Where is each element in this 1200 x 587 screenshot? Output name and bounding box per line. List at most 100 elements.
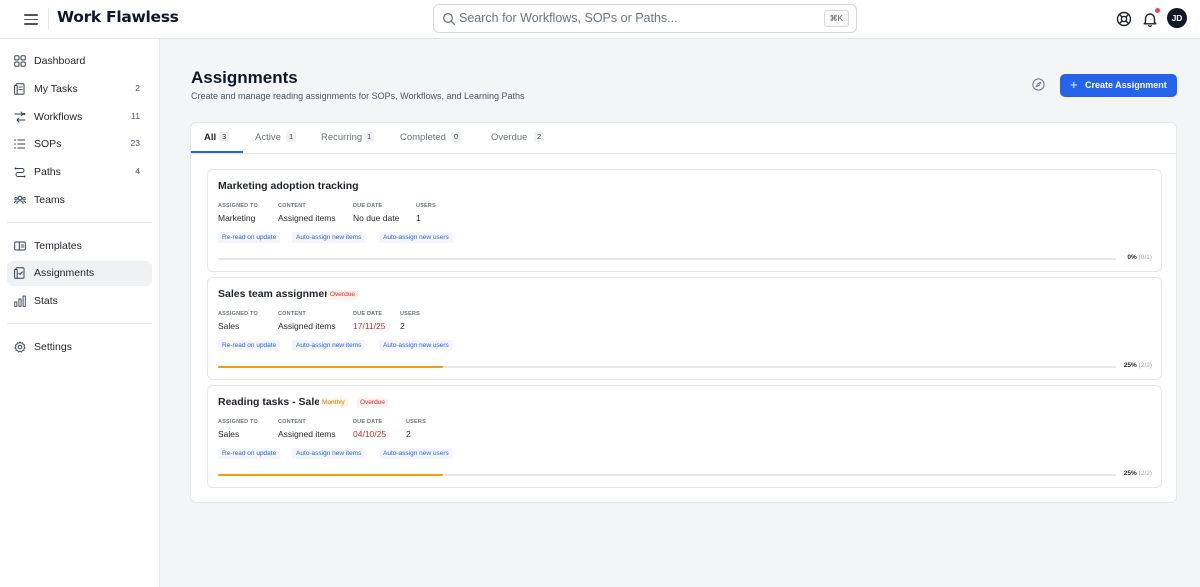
tab-count: 1 xyxy=(364,132,375,142)
progress-bar xyxy=(218,258,1116,260)
option-chip: Auto-assign new users xyxy=(379,340,453,351)
sidebar-item-label: Templates xyxy=(34,240,82,252)
assignments-panel: All 3 Active 1 Recurring 1 Completed 0 O… xyxy=(190,122,1177,503)
assignment-title: Reading tasks - Sales xyxy=(218,396,326,408)
gear-icon xyxy=(14,341,26,353)
tab-label: Overdue xyxy=(491,132,528,143)
option-chip: Auto-assign new users xyxy=(379,448,453,459)
tab-label: Recurring xyxy=(321,132,363,143)
sidebar-item-label: Workflows xyxy=(34,111,83,123)
progress-bar xyxy=(218,366,1116,368)
overdue-badge: Overdue xyxy=(327,290,358,300)
option-chip: Auto-assign new users xyxy=(379,232,453,243)
option-chip: Auto-assign new items xyxy=(292,232,366,243)
sidebar-item-settings[interactable]: Settings xyxy=(7,335,152,360)
create-assignment-button[interactable]: + Create Assignment xyxy=(1060,74,1177,97)
page-subtitle: Create and manage reading assignments fo… xyxy=(191,91,525,101)
tab-count: 1 xyxy=(286,132,297,142)
assignments-icon xyxy=(14,267,25,279)
due-date-label: DUE DATE xyxy=(353,203,383,209)
tab-label: All xyxy=(204,132,217,143)
assigned-to-label: ASSIGNED TO xyxy=(218,203,258,209)
sidebar-item-workflows[interactable]: Workflows 11 xyxy=(7,105,152,130)
page-title: Assignments xyxy=(191,68,298,87)
sidebar-item-dashboard[interactable]: Dashboard xyxy=(7,49,152,74)
option-chip: Auto-assign new items xyxy=(292,448,366,459)
progress-text: 0% (0/1) xyxy=(1127,254,1152,261)
option-chip: Re-read on update xyxy=(218,340,281,351)
sidebar-item-count: 4 xyxy=(135,166,140,176)
content-value: Assigned items xyxy=(278,213,336,223)
progress-fill xyxy=(218,474,443,476)
search-input[interactable]: Search for Workflows, SOPs or Paths... ⌘… xyxy=(433,4,857,33)
sidebar-item-label: Assignments xyxy=(34,267,95,279)
tab-completed[interactable]: Completed 0 xyxy=(387,123,475,153)
sidebar-item-stats[interactable]: Stats xyxy=(7,289,152,314)
help-icon[interactable] xyxy=(1115,10,1133,28)
progress-text: 25% (2/2) xyxy=(1124,362,1152,369)
app-logo[interactable]: Work Flawless xyxy=(57,8,179,26)
sidebar-item-paths[interactable]: Paths 4 xyxy=(7,160,152,185)
due-date-value: 04/10/25 xyxy=(353,429,387,439)
templates-icon xyxy=(14,241,26,251)
sidebar-item-label: SOPs xyxy=(34,138,62,150)
users-label: USERS xyxy=(406,419,426,425)
avatar[interactable]: JD xyxy=(1167,8,1187,28)
content-label: CONTENT xyxy=(278,203,306,209)
search-icon xyxy=(443,13,456,26)
sidebar-item-my-tasks[interactable]: My Tasks 2 xyxy=(7,77,152,102)
sidebar-item-count: 2 xyxy=(135,83,140,93)
sidebar-item-label: Stats xyxy=(34,295,58,307)
hamburger-menu-icon[interactable] xyxy=(22,11,40,27)
paths-icon xyxy=(14,167,26,178)
sidebar-divider xyxy=(7,323,152,324)
sidebar-item-templates[interactable]: Templates xyxy=(7,234,152,259)
assigned-to-value: Sales xyxy=(218,429,240,439)
stats-icon xyxy=(14,295,26,307)
notification-dot xyxy=(1155,8,1160,13)
content-label: CONTENT xyxy=(278,419,306,425)
sidebar-item-label: Dashboard xyxy=(34,55,86,67)
tab-all[interactable]: All 3 xyxy=(191,123,243,153)
sidebar-divider xyxy=(7,222,152,223)
progress-percent: 0% xyxy=(1127,254,1137,261)
assignment-card[interactable]: Reading tasks - Sales Monthly Overdue AS… xyxy=(207,385,1162,488)
tab-count: 0 xyxy=(451,132,462,142)
tab-active[interactable]: Active 1 xyxy=(242,123,306,153)
option-chip: Re-read on update xyxy=(218,232,281,243)
sidebar-item-label: Paths xyxy=(34,166,61,178)
due-date-value: 17/11/25 xyxy=(353,321,386,331)
tab-count: 3 xyxy=(219,132,230,142)
overdue-badge: Overdue xyxy=(357,398,388,408)
assigned-to-value: Sales xyxy=(218,321,240,331)
sidebar-item-count: 23 xyxy=(130,138,140,148)
assignment-title: Sales team assignment xyxy=(218,288,335,300)
workflows-icon xyxy=(14,111,26,123)
assigned-to-label: ASSIGNED TO xyxy=(218,419,258,425)
plus-icon: + xyxy=(1070,77,1078,92)
tab-label: Active xyxy=(255,132,281,143)
dashboard-icon xyxy=(14,55,26,67)
tab-label: Completed xyxy=(400,132,446,143)
progress-percent: 25% xyxy=(1123,362,1137,369)
sidebar-item-teams[interactable]: Teams xyxy=(7,188,152,213)
assignment-card[interactable]: Marketing adoption tracking ASSIGNED TO … xyxy=(207,169,1162,272)
sidebar-item-label: My Tasks xyxy=(34,83,78,95)
tab-count: 2 xyxy=(534,132,545,142)
users-label: USERS xyxy=(400,311,420,317)
tab-bar: All 3 Active 1 Recurring 1 Completed 0 O… xyxy=(191,123,1176,154)
compass-icon[interactable] xyxy=(1032,78,1045,91)
tab-recurring[interactable]: Recurring 1 xyxy=(308,123,386,153)
content-value: Assigned items xyxy=(278,321,336,331)
progress-fraction: (2/2) xyxy=(1138,470,1152,477)
list-icon xyxy=(14,139,25,149)
sidebar-item-label: Teams xyxy=(34,194,65,206)
recurrence-badge: Monthly xyxy=(319,398,348,408)
create-assignment-label: Create Assignment xyxy=(1085,80,1167,90)
teams-icon xyxy=(14,195,26,205)
progress-fill xyxy=(218,366,443,368)
tab-overdue[interactable]: Overdue 2 xyxy=(478,123,552,153)
sidebar-item-sops[interactable]: SOPs 23 xyxy=(7,132,152,157)
sidebar-item-assignments[interactable]: Assignments xyxy=(7,261,152,286)
assignment-card[interactable]: Sales team assignment Overdue ASSIGNED T… xyxy=(207,277,1162,380)
